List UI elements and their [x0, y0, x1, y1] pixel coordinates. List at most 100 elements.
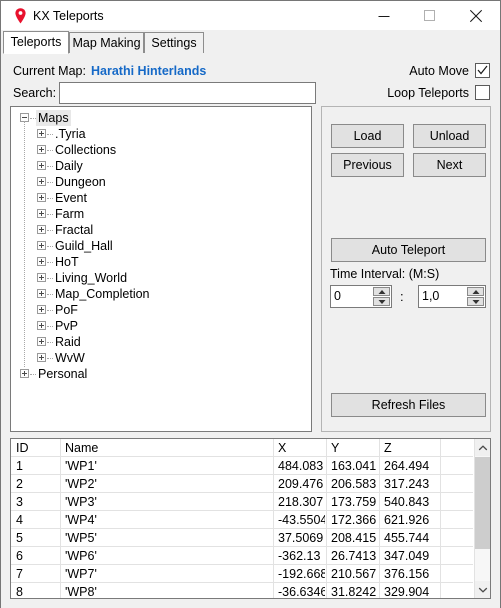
tree-item-label: Collections — [55, 143, 117, 157]
expand-icon[interactable] — [37, 321, 46, 330]
column-divider — [440, 475, 441, 493]
scroll-up-icon[interactable] — [475, 439, 490, 456]
tree-item-hot[interactable]: HoT — [11, 254, 311, 270]
cell-x: 218.307 — [278, 495, 324, 509]
expand-icon[interactable] — [37, 209, 46, 218]
tree-item-living-world[interactable]: Living_World — [11, 270, 311, 286]
minimize-button[interactable] — [361, 1, 407, 30]
tree-item-pof[interactable]: PoF — [11, 302, 311, 318]
tree-item-label: Farm — [55, 207, 85, 221]
expand-icon[interactable] — [37, 353, 46, 362]
tree-item-dungeon[interactable]: Dungeon — [11, 174, 311, 190]
waypoints-table-scrollbar[interactable] — [474, 439, 490, 598]
map-pin-icon — [12, 7, 29, 25]
teleport-controls-panel: Load Unload Previous Next Auto Teleport … — [321, 106, 491, 432]
expand-icon[interactable] — [20, 369, 29, 378]
tree-item-label: Maps — [36, 110, 71, 126]
tab-settings[interactable]: Settings — [144, 32, 204, 54]
time-minutes-decrement-button[interactable] — [373, 297, 390, 306]
tree-item-collections[interactable]: Collections — [11, 142, 311, 158]
expand-icon[interactable] — [37, 273, 46, 282]
time-separator: : — [400, 289, 404, 304]
search-input[interactable] — [59, 82, 316, 104]
table-row[interactable]: 5 'WP5' 37.5069 208.415 455.744 — [11, 529, 490, 547]
maximize-button[interactable] — [407, 1, 453, 30]
expand-icon[interactable] — [37, 129, 46, 138]
scroll-down-icon[interactable] — [475, 581, 490, 598]
cell-x: -362.13 — [278, 549, 321, 563]
previous-button[interactable]: Previous — [331, 153, 404, 177]
table-row[interactable]: 1 'WP1' 484.083 163.041 264.494 — [11, 457, 490, 475]
tree-item-personal[interactable]: Personal — [11, 366, 311, 382]
tree-item-label: Raid — [55, 335, 81, 349]
tree-item-fractal[interactable]: Fractal — [11, 222, 311, 238]
tree-item-wvw[interactable]: WvW — [11, 350, 311, 366]
tree-item-event[interactable]: Event — [11, 190, 311, 206]
auto-move-label: Auto Move — [409, 64, 469, 78]
expand-icon[interactable] — [37, 145, 46, 154]
tree-item-raid[interactable]: Raid — [11, 334, 311, 350]
time-seconds-increment-button[interactable] — [467, 287, 484, 296]
expand-icon[interactable] — [37, 337, 46, 346]
expand-icon[interactable] — [37, 289, 46, 298]
search-label: Search: — [13, 86, 57, 100]
expand-icon[interactable] — [37, 305, 46, 314]
chevron-down-icon — [378, 299, 385, 304]
auto-teleport-button[interactable]: Auto Teleport — [331, 238, 486, 262]
table-row[interactable]: 4 'WP4' -43.5504 172.366 621.926 — [11, 511, 490, 529]
next-button[interactable]: Next — [413, 153, 486, 177]
tree-item-pvp[interactable]: PvP — [11, 318, 311, 334]
column-divider — [440, 511, 441, 529]
expand-icon[interactable] — [37, 193, 46, 202]
tab-teleports[interactable]: Teleports — [3, 31, 69, 54]
load-button[interactable]: Load — [331, 124, 404, 148]
tree-item-label: Personal — [38, 367, 88, 381]
expand-icon[interactable] — [37, 225, 46, 234]
table-row[interactable]: 2 'WP2' 209.476 206.583 317.243 — [11, 475, 490, 493]
tree-item-maps[interactable]: Maps — [11, 110, 311, 126]
column-divider — [326, 457, 327, 475]
auto-move-checkbox[interactable] — [475, 63, 490, 78]
waypoints-table[interactable]: ID Name X Y Z 1 'WP1' 484.083 163.041 264.494 2 'WP… — [10, 438, 491, 599]
tree-item-label: Daily — [55, 159, 83, 173]
column-divider — [326, 493, 327, 511]
expand-icon[interactable] — [37, 177, 46, 186]
loop-teleports-checkbox[interactable] — [475, 85, 490, 100]
time-seconds-stepper[interactable]: 1,0 — [418, 285, 486, 308]
cell-y: 31.8242 — [331, 585, 377, 599]
table-row[interactable]: 8 'WP8' -36.6346 31.8242 329.904 — [11, 583, 490, 599]
tree-item-daily[interactable]: Daily — [11, 158, 311, 174]
scrollbar-thumb[interactable] — [475, 457, 490, 549]
table-row[interactable]: 6 'WP6' -362.13 26.7413 347.049 — [11, 547, 490, 565]
cell-y: 208.415 — [331, 531, 377, 545]
tree-item--tyria[interactable]: .Tyria — [11, 126, 311, 142]
chevron-up-icon — [472, 289, 479, 294]
close-button[interactable] — [453, 1, 499, 30]
time-minutes-increment-button[interactable] — [373, 287, 390, 296]
cell-x: -36.6346 — [278, 585, 325, 599]
column-divider — [326, 439, 327, 457]
unload-button[interactable]: Unload — [413, 124, 486, 148]
refresh-files-button[interactable]: Refresh Files — [331, 393, 486, 417]
table-row[interactable]: 3 'WP3' 218.307 173.759 540.843 — [11, 493, 490, 511]
time-minutes-stepper[interactable]: 0 — [330, 285, 392, 308]
time-seconds-spin-buttons[interactable] — [467, 287, 484, 306]
expand-icon[interactable] — [37, 161, 46, 170]
tab-map-making[interactable]: Map Making — [69, 32, 144, 54]
column-divider — [326, 475, 327, 493]
tree-item-label: Dungeon — [55, 175, 106, 189]
time-seconds-decrement-button[interactable] — [467, 297, 484, 306]
table-row[interactable]: 7 'WP7' -192.668 210.567 376.156 — [11, 565, 490, 583]
cell-y: 206.583 — [331, 477, 377, 491]
tree-item-map-completion[interactable]: Map_Completion — [11, 286, 311, 302]
tree-item-guild-hall[interactable]: Guild_Hall — [11, 238, 311, 254]
maps-tree-view[interactable]: Maps .Tyria Collections Daily Dungeon Event Fa… — [10, 106, 312, 432]
expand-icon[interactable] — [37, 257, 46, 266]
column-divider — [326, 547, 327, 565]
chevron-up-icon — [378, 289, 385, 294]
tree-item-farm[interactable]: Farm — [11, 206, 311, 222]
column-divider — [273, 547, 274, 565]
expand-icon[interactable] — [37, 241, 46, 250]
cell-x: 484.083 — [278, 459, 324, 473]
time-minutes-spin-buttons[interactable] — [373, 287, 390, 306]
